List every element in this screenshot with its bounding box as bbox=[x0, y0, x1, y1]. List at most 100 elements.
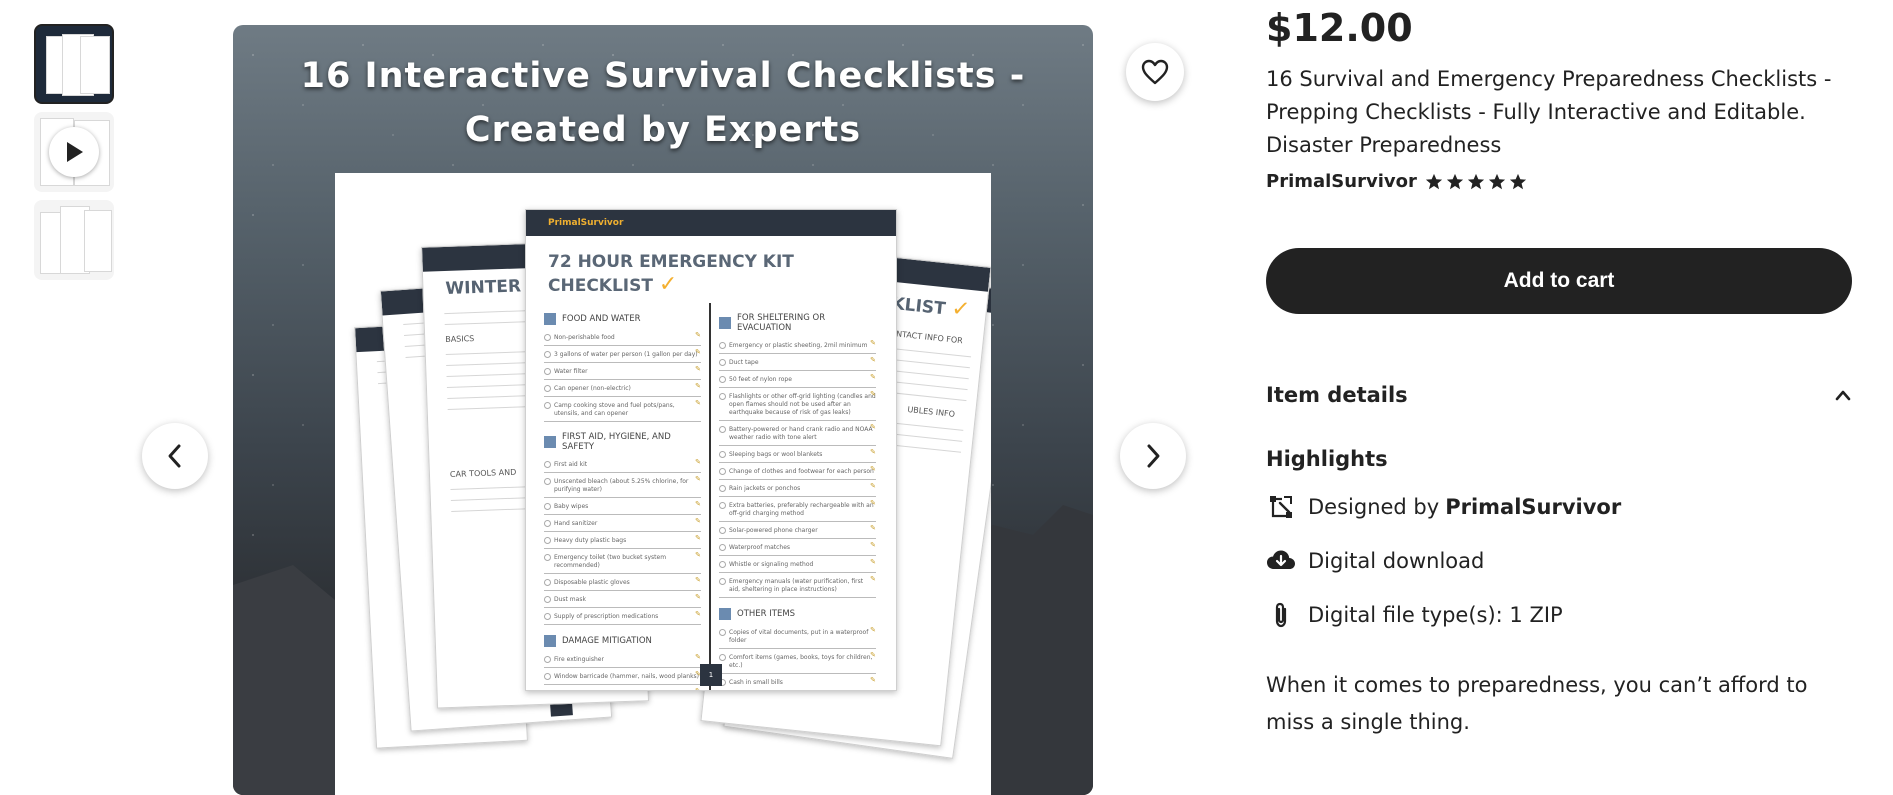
checklist-item: Copies of vital documents, put in a wate… bbox=[719, 624, 876, 649]
hero-title-line-2: Created by Experts bbox=[464, 110, 862, 150]
star-icon bbox=[1488, 173, 1505, 189]
cloud-download-icon bbox=[1266, 546, 1296, 576]
hero-title: 16 Interactive Survival Checklists - Cre… bbox=[233, 49, 1093, 157]
thumbnail-page bbox=[80, 36, 110, 94]
checklist-item: Supply of prescription medications bbox=[544, 608, 701, 625]
thumbnail-1[interactable] bbox=[34, 24, 114, 104]
designed-by-label: Designed by bbox=[1308, 495, 1440, 519]
section-icon bbox=[719, 608, 731, 620]
checklist-left-column: FOOD AND WATER Non-perishable food3 gallo… bbox=[544, 303, 709, 690]
product-price: $12.00 bbox=[1266, 6, 1413, 50]
checklist-item: Solar-powered phone charger bbox=[719, 522, 876, 539]
checklist-collage: WINTER C BASICS CAR TOOLS AND CKLIST ✓ C… bbox=[335, 173, 991, 795]
star-icon bbox=[1446, 173, 1463, 189]
checklist-item: Window barricade (hammer, nails, wood pl… bbox=[544, 668, 701, 685]
page-number-badge: 1 bbox=[700, 664, 722, 686]
checkmark-icon: ✓ bbox=[658, 272, 678, 297]
section-icon bbox=[544, 313, 556, 325]
thumbnail-page bbox=[84, 210, 112, 272]
checklist-right-column: FOR SHELTERING OR EVACUATION Emergency or… bbox=[709, 303, 884, 690]
star-icon bbox=[1425, 173, 1442, 189]
section-icon bbox=[544, 635, 556, 647]
checklist-section-heading: FOR SHELTERING OR EVACUATION bbox=[719, 313, 876, 333]
chevron-right-icon bbox=[1147, 444, 1160, 468]
digital-download-text: Digital download bbox=[1308, 549, 1485, 573]
checklist-item: Hand sanitizer bbox=[544, 515, 701, 532]
checklist-item: Battery-powered or hand crank radio and … bbox=[719, 421, 876, 446]
star-icon bbox=[1467, 173, 1484, 189]
previous-image-button[interactable] bbox=[142, 423, 208, 489]
checklist-item: Disposable plastic gloves bbox=[544, 574, 701, 591]
star-icon bbox=[1509, 173, 1526, 189]
checklist-page-72-hour: PrimalSurvivor 72 HOUR EMERGENCY KIT CHE… bbox=[525, 209, 897, 691]
checklist-item: 50 feet of nylon rope bbox=[719, 371, 876, 388]
checklist-item: Emergency manuals (water purification, f… bbox=[719, 573, 876, 598]
item-details-label: Item details bbox=[1266, 383, 1408, 407]
checklist-item: Emergency toilet (two bucket system reco… bbox=[544, 549, 701, 574]
product-title: 16 Survival and Emergency Preparedness C… bbox=[1266, 67, 1832, 157]
designer-icon bbox=[1266, 492, 1296, 522]
page-header-bar: PrimalSurvivor bbox=[526, 210, 896, 236]
chevron-left-icon bbox=[168, 444, 181, 468]
checklist-item: Camp cooking stove and fuel pots/pans, u… bbox=[544, 397, 701, 422]
checklist-item: Duct tape bbox=[719, 354, 876, 371]
play-icon[interactable] bbox=[49, 127, 99, 177]
section-heading-text: FOOD AND WATER bbox=[562, 314, 641, 324]
checklist-section-heading: OTHER ITEMS bbox=[719, 608, 876, 620]
add-to-cart-button[interactable]: Add to cart bbox=[1266, 248, 1852, 314]
highlight-digital-download: Digital download bbox=[1266, 546, 1484, 576]
heart-icon bbox=[1141, 59, 1169, 85]
thumbnail-strip bbox=[34, 24, 116, 288]
checklist-item: Whistle or signaling method bbox=[719, 556, 876, 573]
checklist-item: Baby wipes bbox=[544, 498, 701, 515]
main-product-image[interactable]: 16 Interactive Survival Checklists - Cre… bbox=[233, 25, 1093, 795]
checklist-item: Water filter bbox=[544, 363, 701, 380]
checklist-section-heading: FOOD AND WATER bbox=[544, 313, 701, 325]
thumbnail-2-video[interactable] bbox=[34, 112, 114, 192]
checklist-item: Unscented bleach (about 5.25% chlorine, … bbox=[544, 473, 701, 498]
checklist-item: Flashlights or other off-grid lighting (… bbox=[719, 388, 876, 421]
checklist-section-heading: FIRST AID, HYGIENE, AND SAFETY bbox=[544, 432, 701, 452]
checklist-item: Wrench or plier (for turning off utiliti… bbox=[544, 685, 701, 690]
section-heading-text: OTHER ITEMS bbox=[737, 609, 796, 619]
checklist-item: Can opener (non-electric) bbox=[544, 380, 701, 397]
checkmark-icon: ✓ bbox=[950, 296, 972, 323]
checklist-item: Heavy duty plastic bags bbox=[544, 532, 701, 549]
checklist-item: 3 gallons of water per person (1 gallon … bbox=[544, 346, 701, 363]
checklist-logo: PrimalSurvivor bbox=[548, 218, 624, 228]
checklist-item: Emergency or plastic sheeting, 2mil mini… bbox=[719, 337, 876, 354]
next-image-button[interactable] bbox=[1120, 423, 1186, 489]
chevron-up-icon bbox=[1835, 390, 1851, 401]
designed-by-shop-link[interactable]: PrimalSurvivor bbox=[1445, 495, 1621, 519]
paperclip-icon bbox=[1266, 600, 1296, 630]
checklist-item: Waterproof matches bbox=[719, 539, 876, 556]
checklist-item: Sleeping bags or wool blankets bbox=[719, 446, 876, 463]
section-icon bbox=[719, 317, 731, 329]
checklist-item: First aid kit bbox=[544, 456, 701, 473]
star-rating[interactable] bbox=[1425, 173, 1527, 191]
section-icon bbox=[544, 436, 556, 448]
item-details-toggle[interactable]: Item details bbox=[1266, 383, 1852, 407]
checklist-item: Change of clothes and footwear for each … bbox=[719, 463, 876, 480]
checklist-columns: FOOD AND WATER Non-perishable food3 gallo… bbox=[526, 303, 896, 690]
shop-name-link[interactable]: PrimalSurvivor bbox=[1266, 171, 1417, 192]
checklist-item: Non-perishable food bbox=[544, 329, 701, 346]
checklist-item: Cash in small bills bbox=[719, 674, 876, 690]
highlight-file-type: Digital file type(s): 1 ZIP bbox=[1266, 600, 1563, 630]
section-heading-text: FIRST AID, HYGIENE, AND SAFETY bbox=[562, 432, 671, 452]
checklist-item: Fire extinguisher bbox=[544, 651, 701, 668]
checklist-item: Dust mask bbox=[544, 591, 701, 608]
checklist-section-heading: DAMAGE MITIGATION bbox=[544, 635, 701, 647]
favorite-button[interactable] bbox=[1126, 43, 1184, 101]
hero-title-line-1: 16 Interactive Survival Checklists - bbox=[300, 56, 1026, 96]
checklist-item: Comfort items (games, books, toys for ch… bbox=[719, 649, 876, 674]
file-type-text: Digital file type(s): 1 ZIP bbox=[1308, 603, 1563, 627]
thumbnail-3[interactable] bbox=[34, 200, 114, 280]
highlights-heading: Highlights bbox=[1266, 447, 1388, 471]
section-heading-text: DAMAGE MITIGATION bbox=[562, 636, 652, 646]
checklist-title: 72 HOUR EMERGENCY KIT CHECKLIST ✓ bbox=[526, 236, 896, 303]
section-heading-text: FOR SHELTERING OR EVACUATION bbox=[737, 313, 826, 333]
checklist-item: Rain jackets or ponchos bbox=[719, 480, 876, 497]
checklist-item: Extra batteries, preferably rechargeable… bbox=[719, 497, 876, 522]
highlight-designed-by: Designed by PrimalSurvivor bbox=[1266, 492, 1621, 522]
